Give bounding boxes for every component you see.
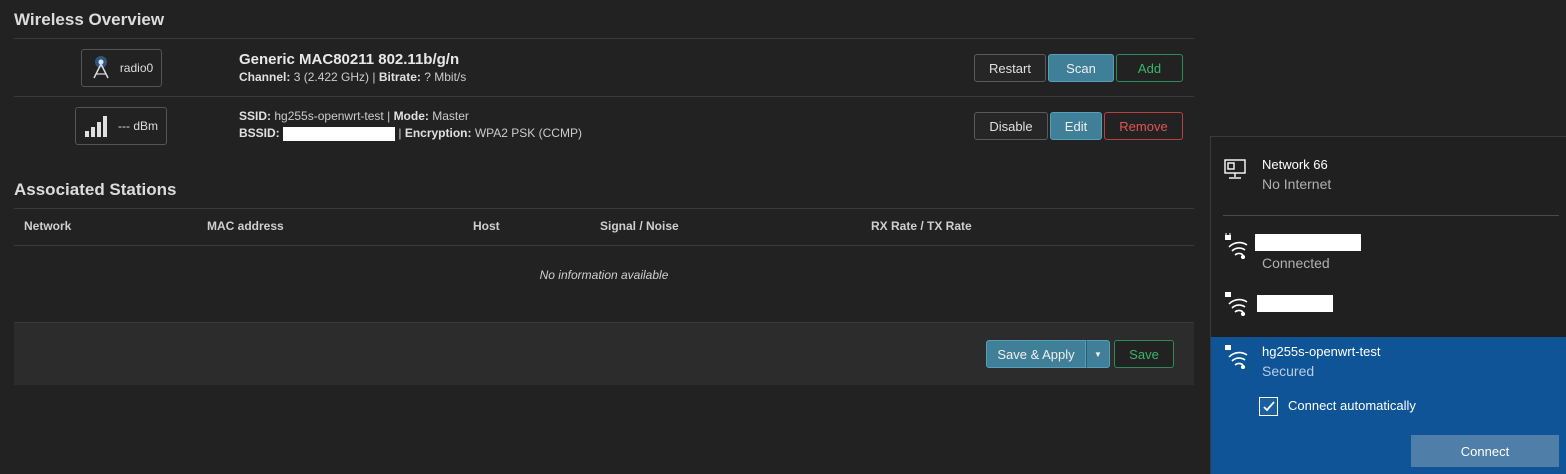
disable-button[interactable]: Disable bbox=[974, 112, 1048, 140]
save-button[interactable]: Save bbox=[1114, 340, 1174, 368]
wireless-overview-title: Wireless Overview bbox=[14, 10, 165, 29]
column-header-signal: Signal / Noise bbox=[600, 219, 679, 233]
network-name-redacted bbox=[1257, 295, 1333, 312]
restart-button[interactable]: Restart bbox=[974, 54, 1046, 82]
bitrate-value: ? Mbit/s bbox=[424, 70, 467, 84]
channel-label: Channel: bbox=[239, 70, 291, 84]
divider bbox=[14, 208, 1194, 209]
wired-network-status: No Internet bbox=[1262, 176, 1332, 192]
caret-down-icon: ▼ bbox=[1094, 349, 1102, 359]
signal-strength-icon bbox=[84, 112, 110, 141]
connect-automatically-label[interactable]: Connect automatically bbox=[1288, 398, 1416, 413]
associated-stations-title: Associated Stations bbox=[14, 180, 177, 199]
bssid-redacted bbox=[283, 126, 396, 141]
column-header-host: Host bbox=[473, 219, 500, 233]
radio-details: Channel: 3 (2.422 GHz) | Bitrate: ? Mbit… bbox=[239, 70, 467, 84]
mode-label: Mode: bbox=[393, 109, 429, 123]
bssid-label: BSSID: bbox=[239, 126, 280, 140]
mode-value: Master bbox=[432, 109, 469, 123]
divider bbox=[14, 96, 1194, 97]
remove-button[interactable]: Remove bbox=[1104, 112, 1183, 140]
interface-info: SSID: hg255s-openwrt-test | Mode: Master… bbox=[239, 108, 582, 142]
signal-badge: --- dBm bbox=[75, 107, 167, 145]
bssid-line: BSSID: | Encryption: WPA2 PSK (CCMP) bbox=[239, 126, 582, 141]
network-flyout: Network 66 No Internet Connected hg255s-… bbox=[1210, 136, 1566, 474]
wifi-secured-icon bbox=[1223, 231, 1249, 260]
wired-network-name: Network 66 bbox=[1262, 157, 1328, 172]
ethernet-icon bbox=[1223, 157, 1249, 183]
column-header-rate: RX Rate / TX Rate bbox=[871, 219, 972, 233]
radio-info: Generic MAC80211 802.11b/g/n Channel: 3 … bbox=[239, 50, 466, 86]
radio-title: Generic MAC80211 802.11b/g/n bbox=[239, 51, 460, 68]
column-header-mac: MAC address bbox=[207, 219, 284, 233]
divider bbox=[14, 245, 1194, 246]
add-button[interactable]: Add bbox=[1116, 54, 1183, 82]
encryption-value: WPA2 PSK (CCMP) bbox=[474, 126, 582, 140]
checkmark-icon bbox=[1262, 400, 1275, 411]
save-apply-button[interactable]: Save & Apply bbox=[986, 340, 1086, 368]
ssid-value: hg255s-openwrt-test bbox=[274, 109, 384, 123]
flyout-separator bbox=[1223, 215, 1559, 216]
encryption-label: Encryption: bbox=[404, 126, 472, 140]
ssid-line: SSID: hg255s-openwrt-test | Mode: Master bbox=[239, 109, 469, 123]
wifi-network-status: Connected bbox=[1262, 255, 1330, 271]
empty-table-message: No information available bbox=[539, 268, 669, 282]
bitrate-label: Bitrate: bbox=[378, 70, 421, 84]
selected-network-status: Secured bbox=[1262, 363, 1315, 379]
radio-label: radio0 bbox=[119, 61, 154, 75]
column-header-network: Network bbox=[24, 219, 72, 233]
connect-automatically-checkbox[interactable] bbox=[1259, 397, 1278, 416]
connect-button[interactable]: Connect bbox=[1411, 435, 1559, 467]
wifi-secured-icon bbox=[1223, 343, 1249, 370]
radio-badge: radio0 bbox=[81, 49, 162, 87]
selected-wifi-network[interactable]: hg255s-openwrt-test Secured Connect auto… bbox=[1211, 337, 1566, 474]
edit-button[interactable]: Edit bbox=[1050, 112, 1102, 140]
wifi-network-item[interactable] bbox=[1211, 285, 1566, 330]
ssid-label: SSID: bbox=[239, 109, 272, 123]
wifi-network-item[interactable]: Connected bbox=[1211, 225, 1566, 280]
scan-button[interactable]: Scan bbox=[1048, 54, 1114, 82]
wired-network-item[interactable]: Network 66 No Internet bbox=[1211, 137, 1566, 215]
antenna-icon bbox=[90, 54, 112, 83]
divider bbox=[14, 38, 1194, 39]
channel-value: 3 (2.422 GHz) bbox=[293, 70, 370, 84]
network-name-redacted bbox=[1255, 234, 1361, 251]
save-apply-dropdown[interactable]: ▼ bbox=[1086, 340, 1110, 368]
signal-label: --- dBm bbox=[118, 119, 158, 133]
wifi-secured-icon bbox=[1223, 290, 1249, 317]
selected-network-name: hg255s-openwrt-test bbox=[1262, 344, 1381, 359]
